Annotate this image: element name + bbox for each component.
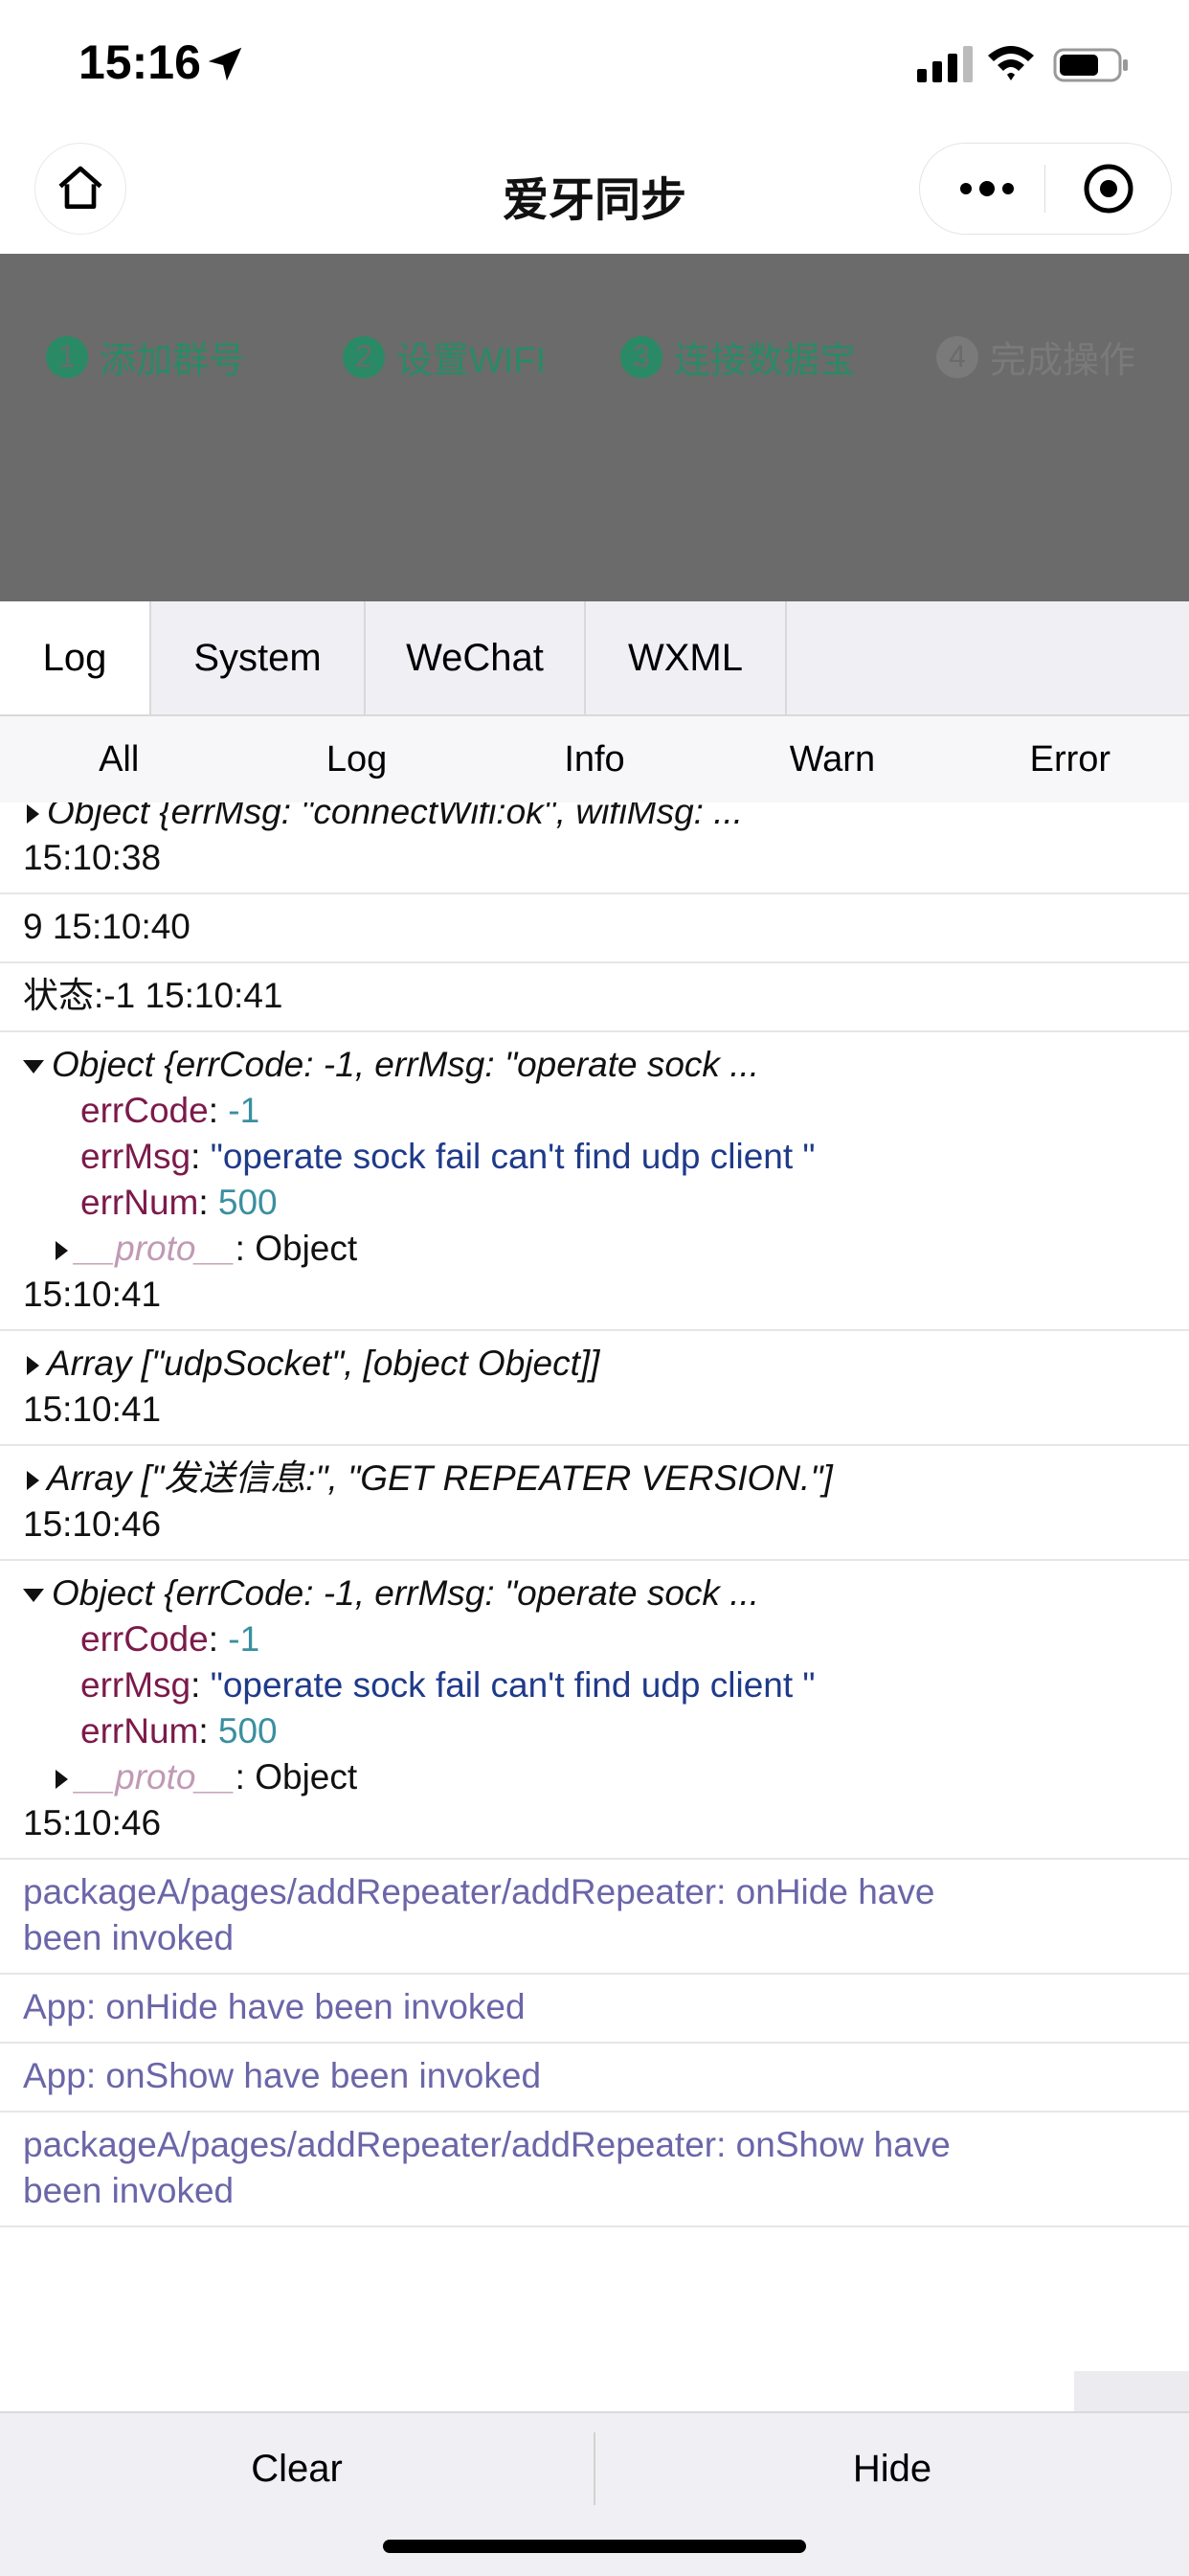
log-object-summary[interactable]: Object {errCode: -1, errMsg: "operate so… — [23, 1570, 1166, 1616]
log-item-info: App: onHide have been invoked — [0, 1975, 1189, 2044]
step-label: 设置WIFI — [396, 341, 547, 381]
log-time: 15:10:46 — [23, 1803, 162, 1842]
step-4: 4 完成操作 — [936, 330, 1135, 383]
status-time: 15:16 — [79, 35, 201, 89]
console-toolbar: Clear Hide — [0, 2411, 1189, 2576]
step-1: 1 添加群号 — [46, 330, 245, 383]
log-item: Object {errCode: -1, errMsg: "operate so… — [0, 1032, 1189, 1331]
log-time: 15:10:38 — [23, 838, 162, 877]
step-number: 4 — [936, 335, 978, 378]
home-indicator[interactable] — [383, 2540, 806, 2553]
step-number: 2 — [343, 335, 385, 378]
mini-program-navbar: 爱牙同步 — [0, 129, 1189, 254]
console-tabs: Log System WeChat WXML — [0, 601, 1189, 716]
log-time: 15:10:41 — [23, 1275, 162, 1314]
object-property: errNum: 500 — [80, 1711, 278, 1751]
expand-triangle-icon[interactable] — [27, 1356, 39, 1376]
hide-button[interactable]: Hide — [595, 2413, 1189, 2524]
step-2: 2 设置WIFI — [343, 330, 546, 383]
log-filter-bar: All Log Info Warn Error — [0, 716, 1189, 804]
log-text: packageA/pages/addRepeater/addRepeater: … — [23, 1872, 935, 1957]
log-item-info: packageA/pages/addRepeater/addRepeater: … — [0, 1860, 1189, 1975]
object-proto[interactable]: __proto__: Object — [23, 1754, 1166, 1800]
log-array-summary[interactable]: Array ["udpSocket", [object Object]] — [23, 1341, 1166, 1387]
filter-warn[interactable]: Warn — [713, 716, 951, 802]
log-item: Object {errMsg: "connectWifi:ok", wifiMs… — [0, 802, 1189, 894]
scroll-corner — [1074, 2371, 1189, 2411]
capsule-menu — [919, 143, 1172, 235]
object-property: errMsg: "operate sock fail can't find ud… — [80, 1665, 816, 1705]
object-property: errMsg: "operate sock fail can't find ud… — [80, 1137, 816, 1176]
log-array-summary[interactable]: Array ["发送信息:", "GET REPEATER VERSION."] — [23, 1456, 1166, 1502]
log-item: 状态:-1 15:10:41 — [0, 963, 1189, 1032]
expand-triangle-icon[interactable] — [56, 1241, 68, 1261]
filter-all[interactable]: All — [0, 716, 237, 802]
log-text: App: onHide have been invoked — [23, 1987, 526, 2026]
step-number: 1 — [46, 335, 88, 378]
log-text: packageA/pages/addRepeater/addRepeater: … — [23, 2125, 951, 2210]
location-arrow-icon — [208, 47, 242, 81]
more-options-icon[interactable] — [958, 177, 1016, 200]
status-bar: 15:16 — [0, 0, 1189, 129]
log-object-summary[interactable]: Object {errMsg: "connectWifi:ok", wifiMs… — [23, 802, 1166, 835]
log-time: 15:10:46 — [23, 1504, 162, 1544]
log-item: Array ["发送信息:", "GET REPEATER VERSION."]… — [0, 1446, 1189, 1561]
step-3: 3 连接数据宝 — [620, 330, 856, 383]
tab-system[interactable]: System — [151, 601, 366, 714]
filter-info[interactable]: Info — [476, 716, 713, 802]
log-item-info: packageA/pages/addRepeater/addRepeater: … — [0, 2113, 1189, 2227]
log-text: App: onShow have been invoked — [23, 2056, 542, 2095]
log-item-info: App: onShow have been invoked — [0, 2044, 1189, 2113]
log-list[interactable]: Object {errMsg: "connectWifi:ok", wifiMs… — [0, 802, 1189, 2373]
filter-error[interactable]: Error — [952, 716, 1189, 802]
wifi-icon — [988, 46, 1034, 80]
step-label: 添加群号 — [100, 341, 246, 381]
tab-log[interactable]: Log — [0, 601, 151, 714]
object-property: errCode: -1 — [80, 1091, 260, 1130]
close-miniprogram-icon[interactable] — [1083, 163, 1134, 215]
tab-wxml[interactable]: WXML — [586, 601, 787, 714]
battery-icon — [1053, 48, 1128, 82]
log-text: 状态:-1 15:10:41 — [23, 976, 283, 1015]
page-overlay: 1 添加群号 2 设置WIFI 3 连接数据宝 4 完成操作 — [0, 254, 1189, 601]
collapse-triangle-icon[interactable] — [23, 1589, 44, 1603]
object-proto[interactable]: __proto__: Object — [23, 1226, 1166, 1272]
log-item: 9 15:10:40 — [0, 894, 1189, 963]
log-time: 15:10:41 — [23, 1390, 162, 1429]
log-text: 9 15:10:40 — [23, 907, 191, 946]
cellular-signal-icon — [917, 46, 973, 82]
step-number: 3 — [620, 335, 662, 378]
object-property: errNum: 500 — [80, 1183, 278, 1222]
tab-wechat[interactable]: WeChat — [366, 601, 586, 714]
collapse-triangle-icon[interactable] — [23, 1060, 44, 1074]
step-label: 完成操作 — [990, 341, 1136, 381]
log-item: Object {errCode: -1, errMsg: "operate so… — [0, 1561, 1189, 1860]
object-property: errCode: -1 — [80, 1619, 260, 1659]
log-item: Array ["udpSocket", [object Object]] 15:… — [0, 1331, 1189, 1446]
log-object-summary[interactable]: Object {errCode: -1, errMsg: "operate so… — [23, 1042, 1166, 1088]
expand-triangle-icon[interactable] — [56, 1770, 68, 1790]
expand-triangle-icon[interactable] — [27, 804, 39, 825]
filter-log[interactable]: Log — [237, 716, 475, 802]
step-label: 连接数据宝 — [674, 341, 857, 381]
expand-triangle-icon[interactable] — [27, 1471, 39, 1491]
clear-button[interactable]: Clear — [0, 2413, 594, 2524]
capsule-divider — [1044, 165, 1045, 213]
